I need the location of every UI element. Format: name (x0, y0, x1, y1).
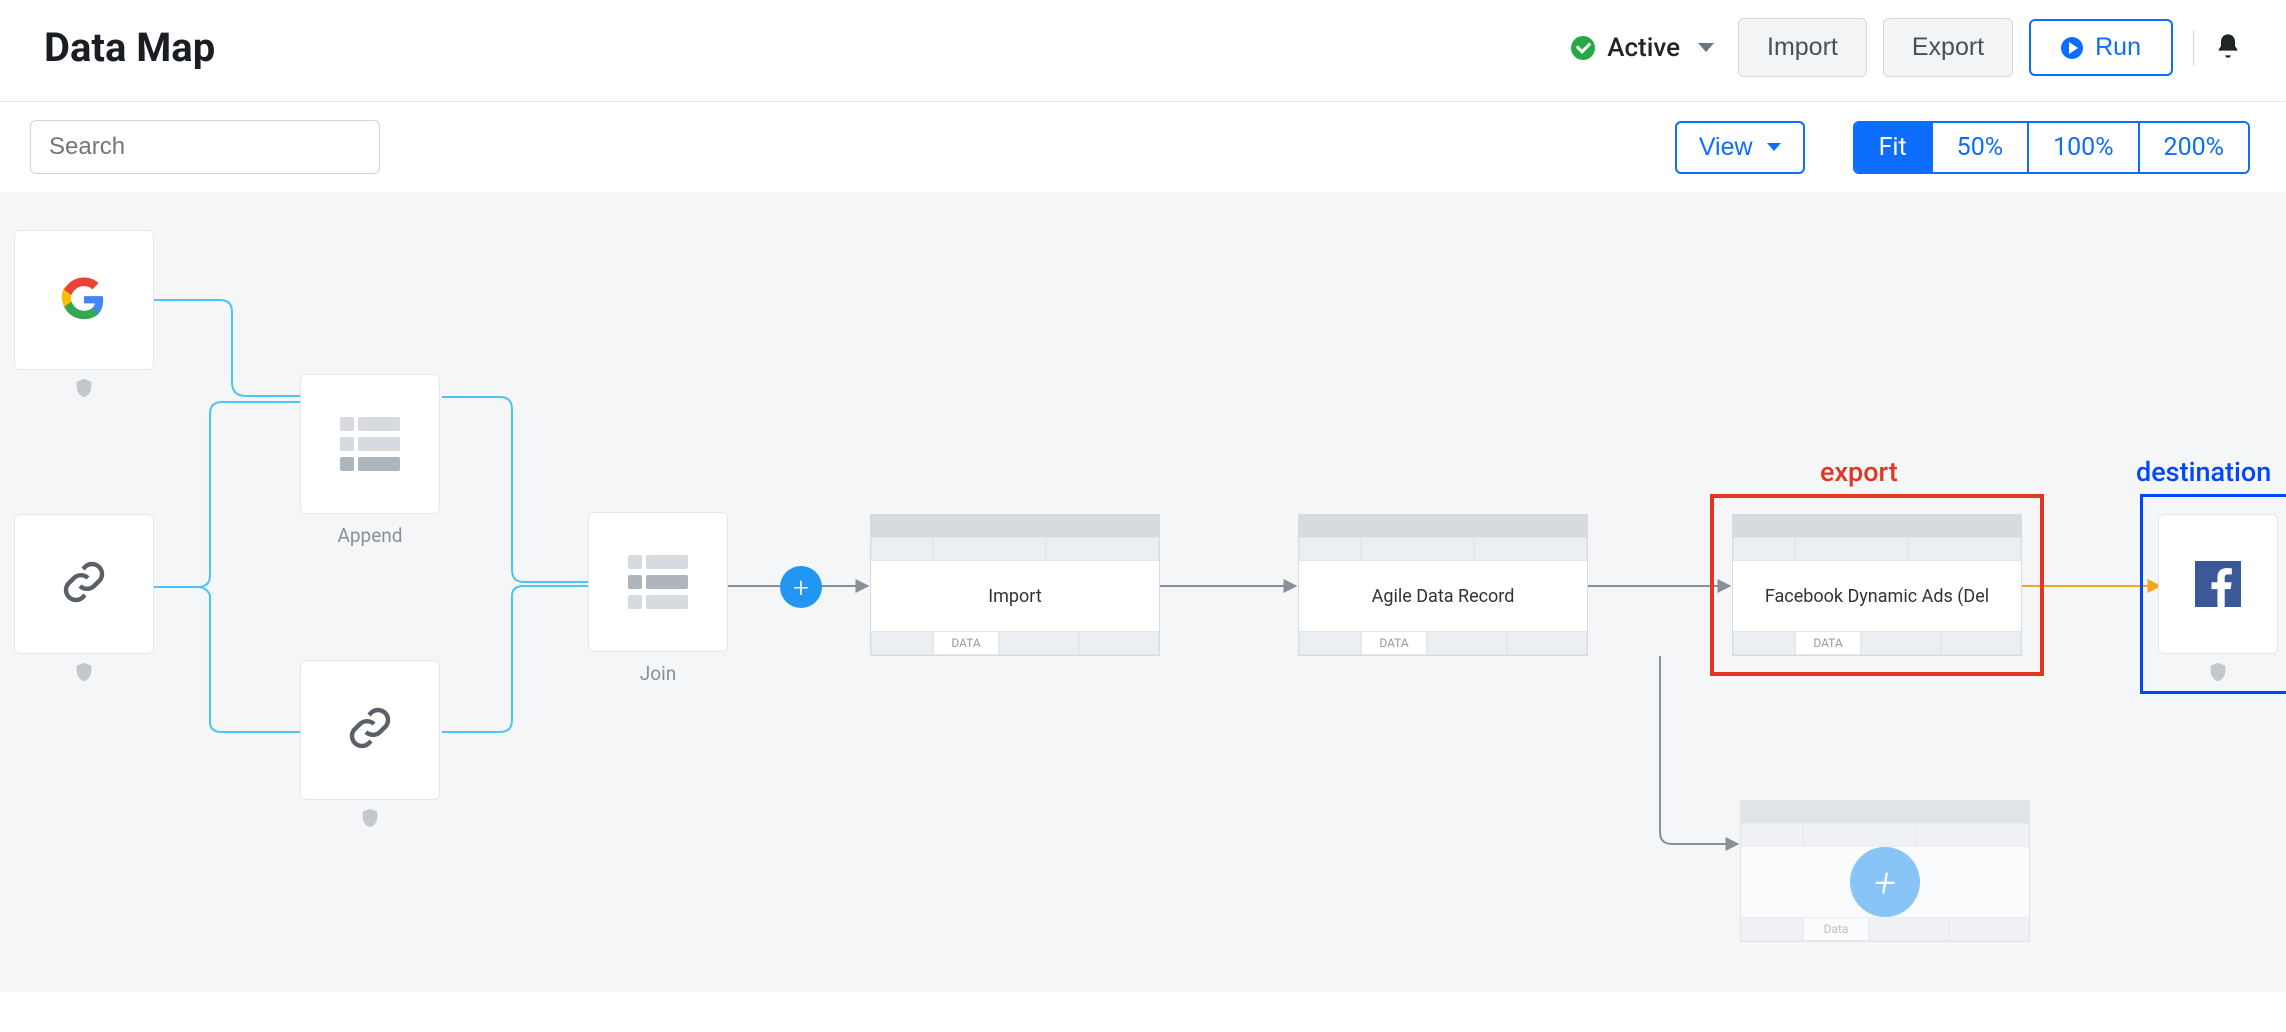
highlight-destination (2140, 494, 2286, 694)
append-label: Append (337, 524, 402, 547)
source-node-google[interactable] (14, 230, 154, 370)
chevron-down-icon (1698, 43, 1714, 52)
view-label: View (1699, 133, 1753, 162)
shield-icon (73, 661, 95, 687)
run-button[interactable]: Run (2029, 19, 2173, 76)
plus-icon: + (1850, 847, 1920, 917)
zoom-100[interactable]: 100% (2029, 123, 2139, 172)
datacard-add-new[interactable]: + Data (1740, 800, 2030, 942)
join-node[interactable]: Join (588, 512, 728, 652)
add-step-button[interactable]: + (780, 566, 822, 608)
datacard-agile[interactable]: Agile Data Record DATA (1298, 514, 1588, 656)
zoom-50[interactable]: 50% (1933, 123, 2029, 172)
play-icon (2061, 37, 2083, 59)
source-node-link-2[interactable] (300, 660, 440, 800)
data-map-canvas[interactable]: Append Join + Import DATA Agile Data Rec… (0, 192, 2286, 992)
shield-icon (359, 807, 381, 833)
datacard-title: Agile Data Record (1299, 561, 1587, 631)
rows-icon (628, 555, 688, 609)
notifications-icon[interactable] (2214, 32, 2242, 64)
annotation-export: export (1820, 456, 1898, 488)
import-button[interactable]: Import (1738, 18, 1867, 77)
status-label: Active (1607, 33, 1680, 63)
append-node[interactable]: Append (300, 374, 440, 514)
status-dropdown[interactable]: Active (1571, 33, 1714, 63)
zoom-200[interactable]: 200% (2140, 123, 2248, 172)
divider (2193, 30, 2194, 66)
annotation-destination: destination (2136, 456, 2271, 488)
shield-icon (73, 377, 95, 403)
link-icon (346, 704, 394, 756)
status-check-icon (1571, 36, 1595, 60)
highlight-export (1710, 494, 2044, 676)
page-title: Data Map (44, 24, 215, 71)
rows-icon (340, 417, 400, 471)
zoom-fit[interactable]: Fit (1855, 123, 1933, 172)
run-label: Run (2095, 33, 2141, 62)
source-node-link-1[interactable] (14, 514, 154, 654)
caret-down-icon (1767, 143, 1781, 151)
zoom-controls: Fit 50% 100% 200% (1853, 121, 2250, 174)
google-icon (61, 277, 107, 323)
datacard-title: Import (871, 561, 1159, 631)
datacard-import[interactable]: Import DATA (870, 514, 1160, 656)
join-label: Join (640, 662, 676, 685)
view-dropdown[interactable]: View (1675, 121, 1805, 174)
link-icon (60, 558, 108, 610)
export-button[interactable]: Export (1883, 18, 2013, 77)
search-input[interactable] (30, 120, 380, 174)
